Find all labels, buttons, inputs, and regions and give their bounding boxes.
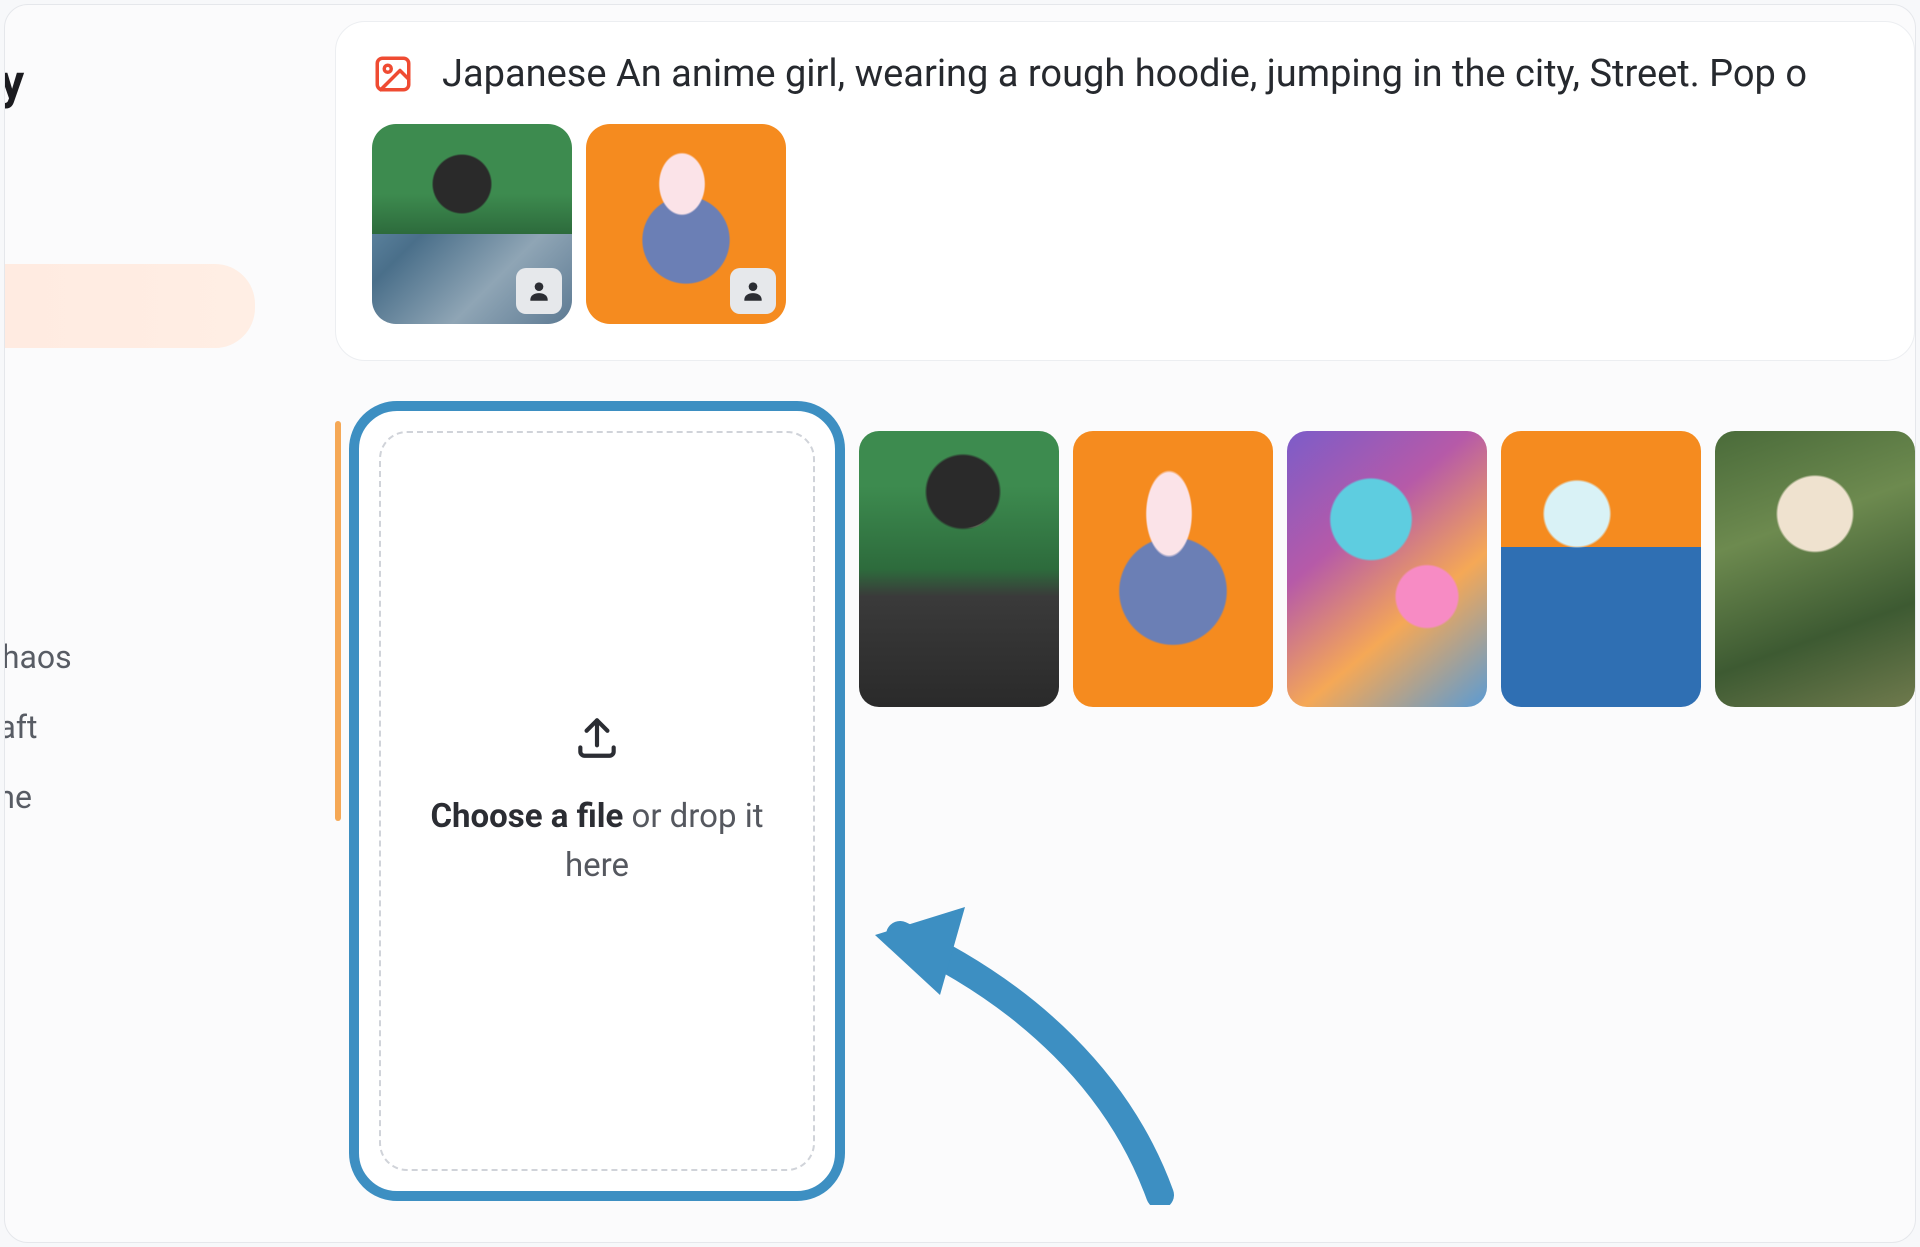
person-badge-icon <box>730 268 776 314</box>
upload-icon <box>572 712 622 762</box>
sidebar: urney lore ate ganize at p neral Chaos m… <box>4 5 255 1026</box>
gallery-thumb-0[interactable] <box>859 431 1059 707</box>
prompt-row: Japanese An anime girl, wearing a rough … <box>372 52 1878 96</box>
app-viewport: urney lore ate ganize at p neral Chaos m… <box>4 4 1916 1243</box>
main-content: Japanese An anime girl, wearing a rough … <box>335 21 1915 1242</box>
person-badge-icon <box>516 268 562 314</box>
prompt-thumb-1[interactable] <box>586 124 786 324</box>
prompt-thumb-0[interactable] <box>372 124 572 324</box>
sidebar-item-explore[interactable]: lore <box>4 170 255 254</box>
gallery-thumb-3[interactable] <box>1501 431 1701 707</box>
sidebar-sub-3[interactable]: mpt Craft <box>4 692 255 762</box>
brand-title: urney <box>4 53 255 170</box>
upload-inner: Choose a file or drop it here <box>379 431 815 1171</box>
sidebar-sub-0[interactable]: at <box>4 482 255 552</box>
sidebar-sub-1[interactable]: p <box>4 552 255 622</box>
sidebar-item-create[interactable]: ate <box>4 264 255 348</box>
gallery-row: Choose a file or drop it here <box>335 401 1915 1201</box>
sidebar-sub-5[interactable]: wbies <box>4 832 255 902</box>
sidebar-sub-2[interactable]: neral Chaos <box>4 622 255 692</box>
prompt-thumbs <box>372 124 1878 324</box>
upload-dropzone[interactable]: Choose a file or drop it here <box>349 401 845 1201</box>
gallery-thumb-4[interactable] <box>1715 431 1915 707</box>
sidebar-sub-4[interactable]: ly Theme <box>4 762 255 832</box>
sidebar-item-footer[interactable]: ks <box>4 932 255 1016</box>
image-icon <box>372 53 414 95</box>
gallery-thumb-2[interactable] <box>1287 431 1487 707</box>
gallery-thumb-1[interactable] <box>1073 431 1273 707</box>
sidebar-item-organize[interactable]: ganize <box>4 358 255 442</box>
upload-text: Choose a file or drop it here <box>381 792 813 891</box>
accent-bar <box>335 421 341 821</box>
upload-text-strong: Choose a file <box>430 797 623 836</box>
prompt-card: Japanese An anime girl, wearing a rough … <box>335 21 1915 361</box>
prompt-text[interactable]: Japanese An anime girl, wearing a rough … <box>442 52 1807 96</box>
